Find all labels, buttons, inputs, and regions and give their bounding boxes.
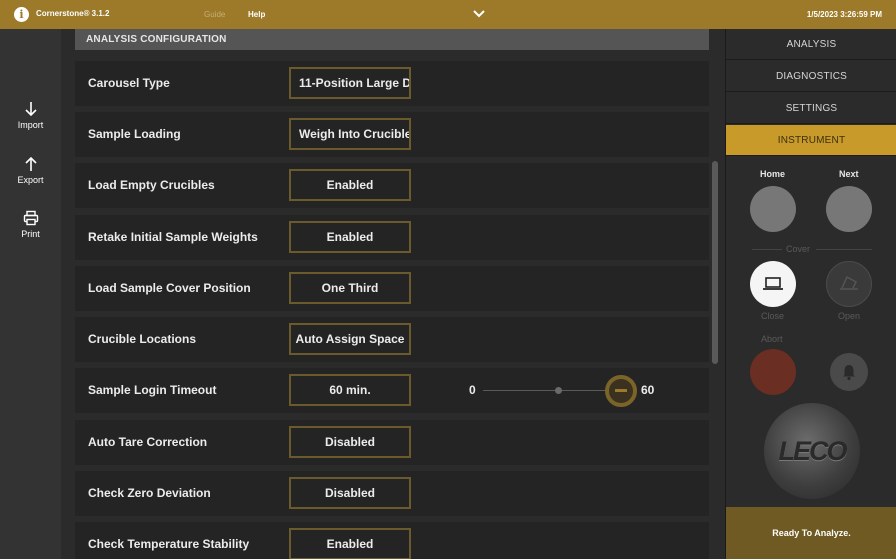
left-sidebar: Import Export Print: [0, 29, 61, 559]
menu-help[interactable]: Help: [248, 10, 265, 19]
abort-button[interactable]: [750, 349, 796, 395]
load-empty-crucibles-toggle[interactable]: Enabled: [289, 169, 411, 201]
row-label: Carousel Type: [88, 76, 170, 90]
row-label: Load Sample Cover Position: [88, 281, 251, 295]
slider-min-label: 0: [469, 383, 476, 397]
abort-label: Abort: [761, 334, 783, 344]
leco-logo: LECO: [764, 403, 860, 499]
next-label: Next: [839, 169, 859, 179]
close-label: Close: [761, 311, 785, 321]
app-window: i Cornerstone® 3.1.2 Guide Help 1/5/2023…: [0, 0, 896, 559]
config-row-retake-initial-sample-weights: Retake Initial Sample Weights Enabled: [75, 215, 709, 260]
config-row-carousel-type: Carousel Type 11-Position Large Drop: [75, 61, 709, 106]
bell-icon: [843, 365, 855, 381]
top-bar: i Cornerstone® 3.1.2 Guide Help 1/5/2023…: [0, 0, 896, 29]
timeout-slider-handle[interactable]: [605, 375, 637, 407]
row-label: Sample Loading: [88, 127, 181, 141]
config-row-sample-loading: Sample Loading Weigh Into Crucible: [75, 112, 709, 157]
config-row-sample-login-timeout: Sample Login Timeout 60 min. 0 60: [75, 368, 709, 413]
sample-login-timeout-value[interactable]: 60 min.: [289, 374, 411, 406]
config-row-crucible-locations: Crucible Locations Auto Assign Space: [75, 317, 709, 362]
datetime: 1/5/2023 3:26:59 PM: [806, 10, 882, 19]
menu-guide[interactable]: Guide: [204, 10, 225, 19]
crucible-locations-select[interactable]: Auto Assign Space: [289, 323, 411, 355]
export-label: Export: [17, 175, 44, 185]
load-sample-cover-position-select[interactable]: One Third: [289, 272, 411, 304]
chevron-down-icon[interactable]: [472, 8, 486, 20]
cover-divider-right: [816, 249, 872, 250]
print-button[interactable]: Print: [0, 210, 61, 239]
slider-midpoint-marker: [555, 387, 562, 394]
import-label: Import: [17, 120, 44, 130]
config-row-auto-tare-correction: Auto Tare Correction Disabled: [75, 420, 709, 465]
next-button[interactable]: [826, 186, 872, 232]
row-label: Sample Login Timeout: [88, 383, 217, 397]
printer-icon: [23, 210, 38, 226]
cover-divider-left: [752, 249, 782, 250]
info-icon[interactable]: i: [14, 7, 29, 22]
row-label: Load Empty Crucibles: [88, 178, 215, 192]
cover-label: Cover: [786, 244, 811, 254]
close-cover-button[interactable]: [750, 261, 796, 307]
config-row-check-temperature-stability: Check Temperature Stability Enabled: [75, 522, 709, 559]
row-label: Auto Tare Correction: [88, 435, 208, 449]
arrow-up-icon: [24, 156, 37, 171]
check-temperature-stability-toggle[interactable]: Enabled: [289, 528, 411, 559]
export-button[interactable]: Export: [0, 156, 61, 185]
app-title: Cornerstone® 3.1.2: [36, 9, 110, 18]
open-cover-button[interactable]: [826, 261, 872, 307]
config-row-load-sample-cover-position: Load Sample Cover Position One Third: [75, 266, 709, 311]
config-row-check-zero-deviation: Check Zero Deviation Disabled: [75, 471, 709, 516]
open-laptop-icon: [840, 275, 858, 290]
home-label: Home: [760, 169, 786, 179]
auto-tare-correction-toggle[interactable]: Disabled: [289, 426, 411, 458]
row-label: Crucible Locations: [88, 332, 197, 346]
import-button[interactable]: Import: [0, 101, 61, 130]
scrollbar[interactable]: [712, 161, 718, 364]
retake-initial-sample-weights-toggle[interactable]: Enabled: [289, 221, 411, 253]
tab-diagnostics[interactable]: DIAGNOSTICS: [726, 61, 896, 92]
right-panel: ANALYSIS DIAGNOSTICS SETTINGS INSTRUMENT…: [725, 29, 896, 559]
row-label: Retake Initial Sample Weights: [88, 230, 258, 244]
alarm-button[interactable]: [830, 353, 868, 391]
section-header: ANALYSIS CONFIGURATION: [75, 29, 709, 50]
arrow-down-icon: [24, 102, 37, 117]
status-bar: Ready To Analyze.: [726, 507, 896, 559]
tab-analysis[interactable]: ANALYSIS: [726, 29, 896, 60]
laptop-icon: [763, 277, 783, 290]
open-label: Open: [838, 311, 861, 321]
row-label: Check Temperature Stability: [88, 537, 250, 551]
check-zero-deviation-toggle[interactable]: Disabled: [289, 477, 411, 509]
analysis-configuration-panel: ANALYSIS CONFIGURATION Carousel Type 11-…: [61, 29, 725, 559]
tab-instrument[interactable]: INSTRUMENT: [726, 125, 896, 156]
timeout-slider-track[interactable]: [483, 390, 621, 391]
carousel-type-select[interactable]: 11-Position Large Drop: [289, 67, 411, 99]
row-label: Check Zero Deviation: [88, 486, 211, 500]
print-label: Print: [21, 229, 40, 239]
tab-settings[interactable]: SETTINGS: [726, 93, 896, 124]
sample-loading-select[interactable]: Weigh Into Crucible: [289, 118, 411, 150]
home-button[interactable]: [750, 186, 796, 232]
config-row-load-empty-crucibles: Load Empty Crucibles Enabled: [75, 163, 709, 208]
slider-max-label: 60: [641, 383, 655, 397]
